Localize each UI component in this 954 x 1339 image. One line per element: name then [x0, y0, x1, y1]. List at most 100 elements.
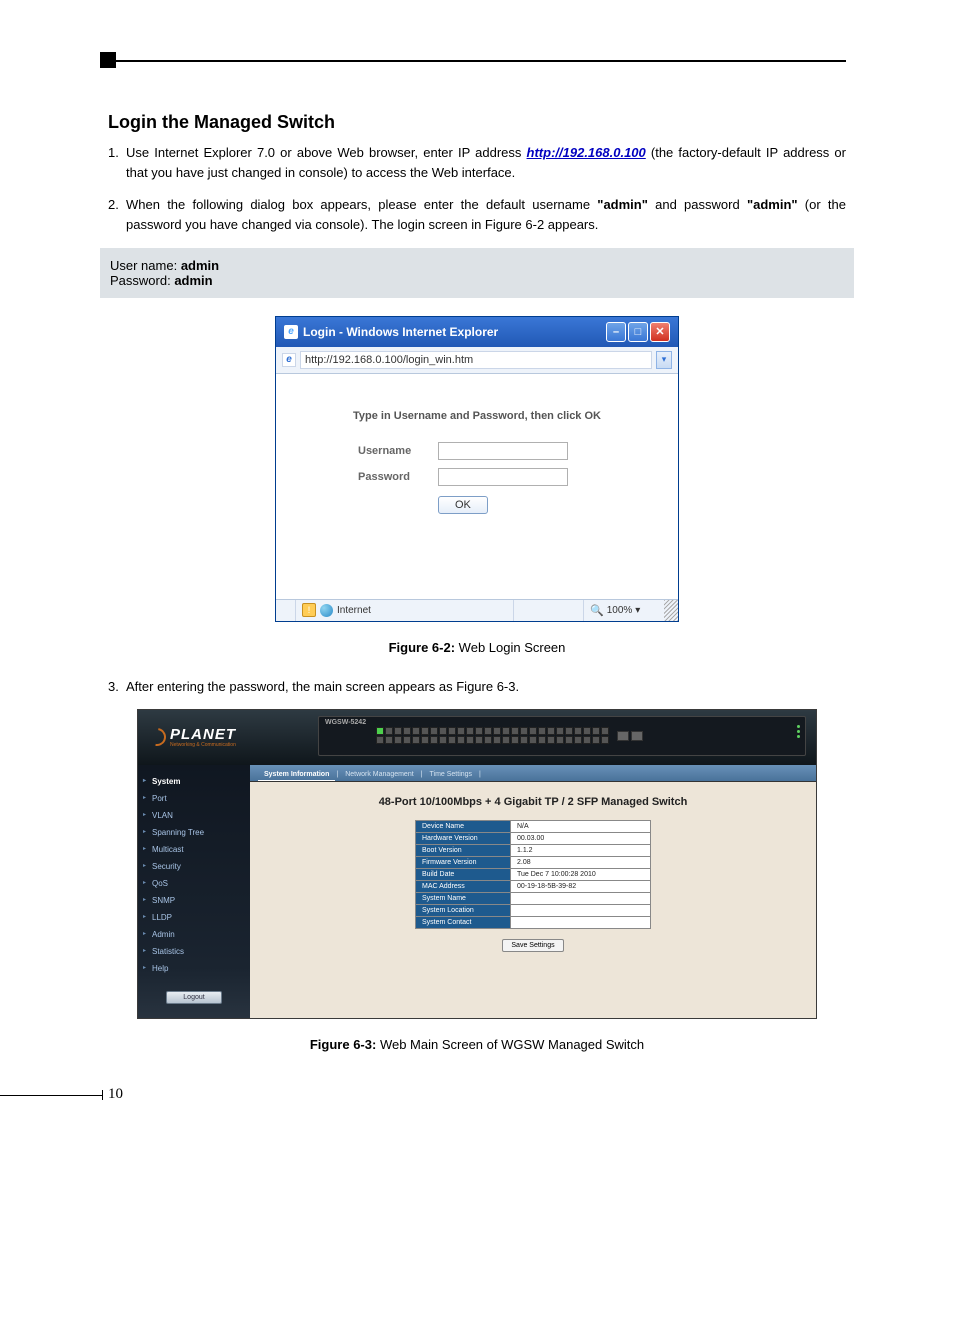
address-dropdown-button[interactable]: ▾ [656, 351, 672, 369]
switch-management-screenshot: PLANET Networking & Communication WGSW-5… [137, 709, 817, 1019]
sidebar-item-statistics[interactable]: Statistics [138, 943, 250, 960]
info-value: 1.1.2 [511, 844, 651, 856]
security-shield-icon: ! [302, 603, 316, 617]
led-indicator-strip [795, 723, 803, 749]
port [538, 727, 546, 735]
figure-6-2-label: Figure 6-2: [389, 640, 455, 655]
sidebar-item-admin[interactable]: Admin [138, 926, 250, 943]
port [484, 727, 492, 735]
port [574, 736, 582, 744]
port [385, 736, 393, 744]
info-key: System Name [416, 892, 511, 904]
info-key: System Location [416, 904, 511, 916]
port [493, 736, 501, 744]
port [511, 727, 519, 735]
table-row: MAC Address00-19-18-5B-39-82 [416, 880, 651, 892]
sidebar-item-qos[interactable]: QoS [138, 875, 250, 892]
ie-login-window: e Login - Windows Internet Explorer – □ … [275, 316, 679, 622]
port [601, 736, 609, 744]
header-square [100, 52, 116, 68]
zoom-dropdown[interactable]: ▾ [635, 605, 640, 616]
sidebar-item-port[interactable]: Port [138, 790, 250, 807]
figure-6-2-text: Web Login Screen [455, 640, 565, 655]
ip-address-link[interactable]: http://192.168.0.100 [527, 145, 646, 160]
port [475, 727, 483, 735]
port [466, 736, 474, 744]
magnifier-icon: 🔍 [590, 604, 604, 617]
switch-front-panel: WGSW-5242 [318, 716, 806, 756]
step-2-admin-user: "admin" [597, 197, 648, 212]
username-field-label: Username [358, 445, 438, 457]
port [520, 736, 528, 744]
table-row: System Name [416, 892, 651, 904]
switch-page-title: 48-Port 10/100Mbps + 4 Gigabit TP / 2 SF… [270, 796, 796, 808]
close-button[interactable]: ✕ [650, 322, 670, 342]
table-row: Hardware Version00.03.00 [416, 832, 651, 844]
login-form-area: Type in Username and Password, then clic… [276, 374, 678, 599]
tab-network-management[interactable]: Network Management [339, 769, 419, 781]
port [403, 736, 411, 744]
header-decorator [108, 60, 846, 62]
port [493, 727, 501, 735]
section-heading: Login the Managed Switch [108, 112, 846, 133]
info-value: Tue Dec 7 10:00:28 2010 [511, 868, 651, 880]
port [565, 736, 573, 744]
sidebar-item-vlan[interactable]: VLAN [138, 807, 250, 824]
step-2-c: and password [648, 197, 747, 212]
ie-url-field[interactable]: http://192.168.0.100/login_win.htm [300, 351, 652, 369]
step-2: When the following dialog box appears, p… [108, 195, 846, 235]
info-value [511, 892, 651, 904]
maximize-button[interactable]: □ [628, 322, 648, 342]
page-number: 10 [108, 1086, 846, 1103]
minimize-button[interactable]: – [606, 322, 626, 342]
port [529, 736, 537, 744]
credentials-box: User name: admin Password: admin [100, 248, 854, 298]
tab-system-information[interactable]: System Information [258, 769, 335, 781]
sidebar-item-snmp[interactable]: SNMP [138, 892, 250, 909]
port [439, 736, 447, 744]
step-3: After entering the password, the main sc… [108, 677, 846, 697]
port [601, 727, 609, 735]
tab-time-settings[interactable]: Time Settings [424, 769, 479, 781]
port [520, 727, 528, 735]
step-1-text-before: Use Internet Explorer 7.0 or above Web b… [126, 145, 527, 160]
port [592, 727, 600, 735]
sfp-slots [617, 731, 643, 741]
port [502, 736, 510, 744]
login-instruction: Type in Username and Password, then clic… [306, 410, 648, 422]
info-key: MAC Address [416, 880, 511, 892]
step-2-a: When the following dialog box appears, p… [126, 197, 597, 212]
sidebar-item-lldp[interactable]: LLDP [138, 909, 250, 926]
ie-page-icon: e [282, 353, 296, 367]
info-key: Hardware Version [416, 832, 511, 844]
tab-bar: System Information|Network Management|Ti… [250, 765, 816, 782]
step-2-admin-pass: "admin" [747, 197, 798, 212]
table-row: System Contact [416, 916, 651, 928]
resize-grip[interactable] [664, 600, 678, 621]
switch-sidebar: SystemPortVLANSpanning TreeMulticastSecu… [138, 765, 250, 1018]
ie-window-title: Login - Windows Internet Explorer [303, 325, 498, 339]
port [475, 736, 483, 744]
sidebar-item-multicast[interactable]: Multicast [138, 841, 250, 858]
password-input[interactable] [438, 468, 568, 486]
sidebar-item-help[interactable]: Help [138, 960, 250, 977]
port [412, 727, 420, 735]
logout-button[interactable]: Logout [166, 991, 222, 1004]
save-settings-button[interactable]: Save Settings [502, 939, 563, 952]
port [538, 736, 546, 744]
port [421, 736, 429, 744]
username-input[interactable] [438, 442, 568, 460]
sidebar-item-security[interactable]: Security [138, 858, 250, 875]
step-1: Use Internet Explorer 7.0 or above Web b… [108, 143, 846, 183]
internet-zone-label: Internet [337, 605, 371, 616]
port [583, 727, 591, 735]
sidebar-item-spanning-tree[interactable]: Spanning Tree [138, 824, 250, 841]
port [592, 736, 600, 744]
username-value: admin [181, 258, 219, 273]
port [421, 727, 429, 735]
status-spacer [514, 600, 584, 621]
sidebar-item-system[interactable]: System [138, 773, 250, 790]
zoom-level: 100% [607, 605, 633, 616]
port [385, 727, 393, 735]
ok-button[interactable]: OK [438, 496, 488, 514]
